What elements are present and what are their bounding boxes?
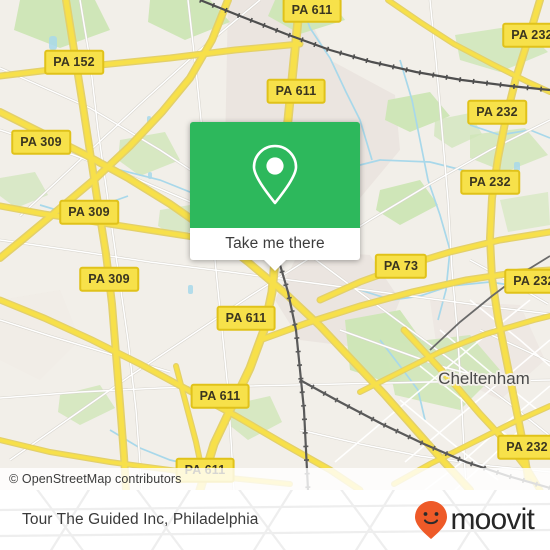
location-popup-card[interactable]: Take me there	[190, 122, 360, 271]
road-shield[interactable]: PA 232	[497, 434, 550, 460]
popup-header	[190, 122, 360, 228]
road-shield[interactable]: PA 152	[44, 49, 104, 75]
road-shield[interactable]: PA 309	[59, 199, 119, 225]
road-shield[interactable]: PA 232	[460, 169, 520, 195]
map-attribution-bar: © OpenStreetMap contributors	[0, 468, 550, 490]
road-shield[interactable]: PA 232	[467, 99, 527, 125]
moovit-wordmark: moovit	[450, 503, 534, 536]
popup-footer[interactable]: Take me there	[190, 228, 360, 260]
popup-tail	[264, 260, 286, 271]
road-shield[interactable]: PA 309	[11, 129, 71, 155]
road-shield[interactable]: PA 611	[216, 305, 276, 331]
road-shield[interactable]: PA 309	[79, 266, 139, 292]
map-canvas[interactable]: Cheltenham PA 611 PA 232 PA 152 PA 611 P…	[0, 0, 550, 490]
moovit-map-screen: Cheltenham PA 611 PA 232 PA 152 PA 611 P…	[0, 0, 550, 550]
road-shield[interactable]: PA 611	[190, 383, 250, 409]
city-label-cheltenham: Cheltenham	[438, 369, 530, 388]
road-shield[interactable]: PA 232	[502, 22, 550, 48]
place-name-label: Tour The Guided Inc, Philadelphia	[22, 511, 259, 528]
map-pin-icon	[252, 144, 298, 205]
road-shield[interactable]: PA 73	[374, 253, 428, 279]
osm-attribution-text[interactable]: © OpenStreetMap contributors	[0, 472, 182, 486]
take-me-there-button[interactable]: Take me there	[225, 235, 325, 253]
moovit-logo[interactable]: moovit	[414, 500, 550, 540]
road-shield[interactable]: PA 232	[504, 268, 550, 294]
footer-bar: Tour The Guided Inc, Philadelphia moovit	[0, 490, 550, 550]
moovit-smiley-pin-icon	[415, 501, 448, 539]
road-shield[interactable]: PA 611	[282, 0, 342, 23]
road-shield[interactable]: PA 611	[266, 78, 326, 104]
